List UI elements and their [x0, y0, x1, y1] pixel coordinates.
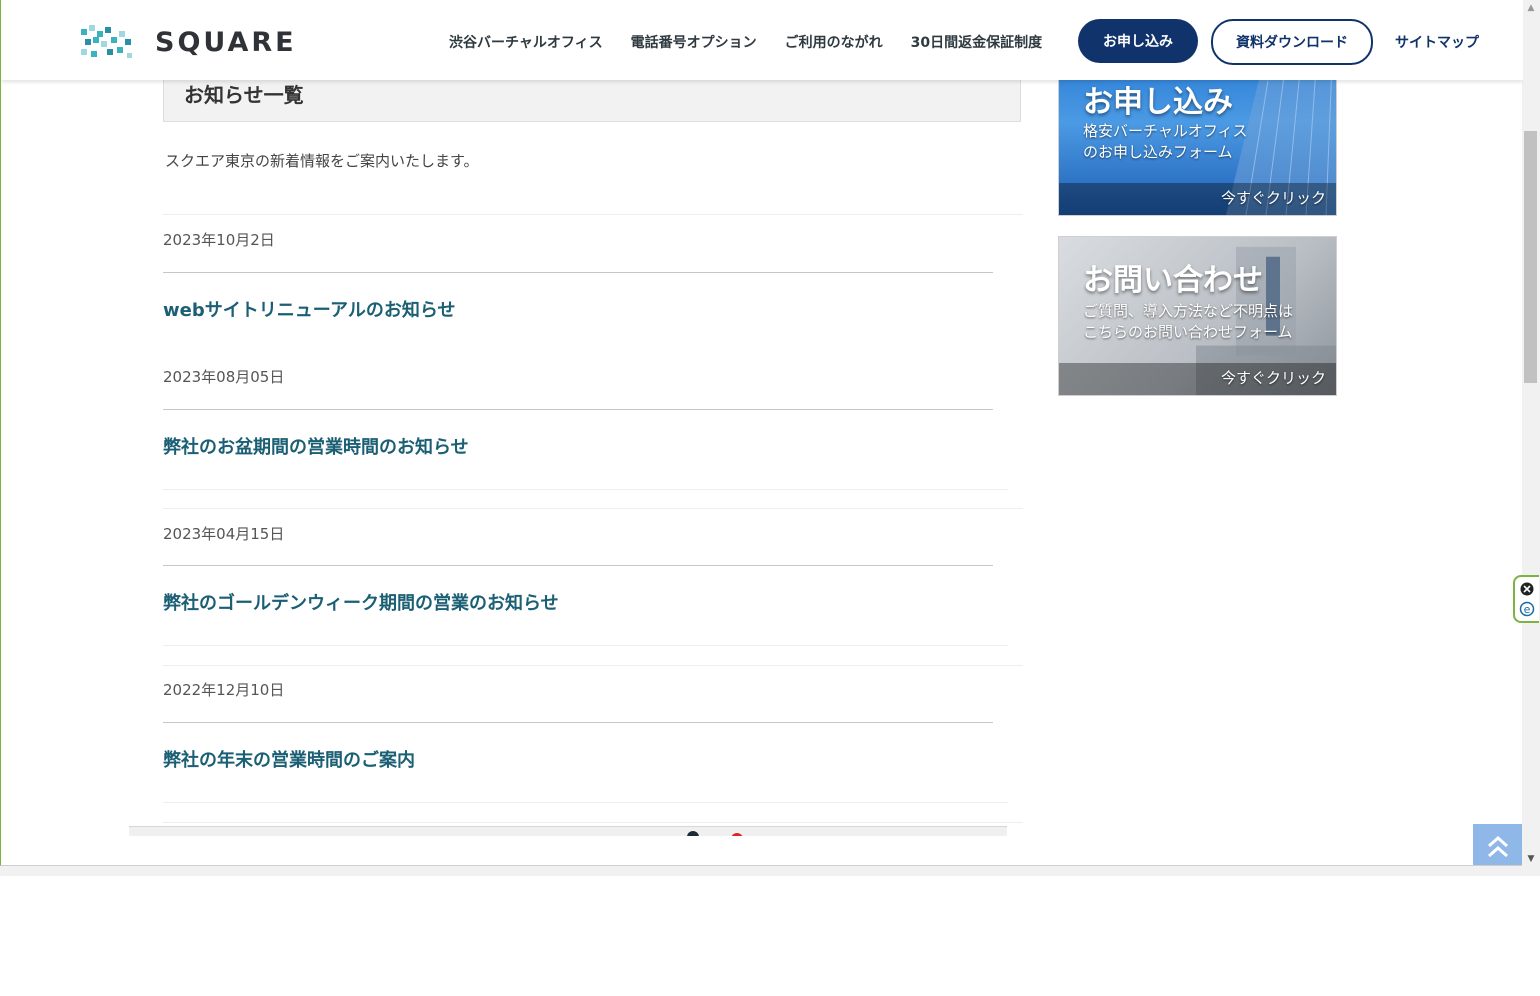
divider — [163, 489, 1008, 490]
divider — [163, 802, 1008, 803]
extension-side-widget: e — [1513, 575, 1539, 623]
scroll-up-arrow-icon[interactable]: ▲ — [1523, 0, 1539, 16]
viewport-bottom-gutter — [0, 866, 1540, 876]
nav-item-refund-guarantee[interactable]: 30日間返金保証制度 — [911, 32, 1042, 52]
divider — [163, 214, 1023, 215]
apply-button[interactable]: お申し込み — [1078, 19, 1198, 63]
square-logo-icon — [81, 25, 132, 58]
nav-item-usage-flow[interactable]: ご利用のながれ — [785, 32, 883, 52]
contact-banner-cta: 今すぐクリック — [1220, 369, 1326, 387]
news-divider — [163, 409, 993, 410]
main-nav: 渋谷バーチャルオフィス 電話番号オプション ご利用のながれ 30日間返金保証制度 — [449, 32, 1070, 52]
divider — [163, 822, 1023, 823]
news-link-golden-week[interactable]: 弊社のゴールデンウィーク期間の営業のお知らせ — [163, 589, 559, 615]
close-circle-icon[interactable] — [1520, 582, 1534, 596]
apply-banner-heading: お申し込み — [1083, 85, 1233, 120]
news-link-renewal[interactable]: webサイトリニューアルのお知らせ — [163, 296, 455, 322]
footer-area — [115, 836, 1043, 865]
extension-widget-icons: e — [1519, 582, 1535, 617]
contact-banner-heading: お問い合わせ — [1083, 263, 1263, 298]
scrollbar[interactable] — [1522, 0, 1540, 866]
back-to-top-button[interactable] — [1473, 824, 1523, 865]
page-title: お知らせ一覧 — [184, 83, 304, 107]
intro-text: スクエア東京の新着情報をご案内いたします。 — [165, 152, 479, 170]
news-date: 2023年04月15日 — [163, 525, 285, 543]
divider — [163, 665, 1023, 666]
apply-banner-line1: 格安バーチャルオフィス — [1083, 122, 1248, 140]
news-date: 2023年10月2日 — [163, 231, 275, 249]
sitemap-link[interactable]: サイトマップ — [1395, 32, 1479, 52]
browser-viewport: お知らせ一覧 スクエア東京の新着情報をご案内いたします。 2023年10月2日 … — [0, 0, 1523, 866]
news-date: 2022年12月10日 — [163, 681, 285, 699]
contact-banner-line1: ご質問、導入方法など不明点は — [1083, 302, 1294, 320]
logo-text: SQUARE — [155, 26, 297, 58]
site-header: SQUARE 渋谷バーチャルオフィス 電話番号オプション ご利用のながれ 30日… — [1, 0, 1523, 80]
scrollbar-thumb[interactable] — [1524, 131, 1537, 383]
news-date: 2023年08月05日 — [163, 368, 285, 386]
news-divider — [163, 722, 993, 723]
divider — [163, 508, 1023, 509]
svg-text:e: e — [1524, 603, 1531, 616]
download-button[interactable]: 資料ダウンロード — [1211, 19, 1373, 65]
news-divider — [163, 272, 993, 273]
divider — [163, 645, 1008, 646]
news-link-obon[interactable]: 弊社のお盆期間の営業時間のお知らせ — [163, 433, 469, 459]
double-chevron-up-icon — [1488, 835, 1508, 858]
nav-item-shibuya-office[interactable]: 渋谷バーチャルオフィス — [449, 32, 603, 52]
contact-banner[interactable]: お問い合わせ ご質問、導入方法など不明点は こちらのお問い合わせフォーム 今すぐ… — [1058, 236, 1337, 396]
apply-banner-cta: 今すぐクリック — [1220, 189, 1326, 207]
apply-banner[interactable]: お申し込み 格安バーチャルオフィス のお申し込みフォーム 今すぐクリック — [1058, 60, 1337, 216]
news-link-year-end[interactable]: 弊社の年末の営業時間のご案内 — [163, 746, 415, 772]
news-divider — [163, 565, 993, 566]
logo[interactable]: SQUARE — [81, 24, 311, 60]
extension-e-icon[interactable]: e — [1519, 601, 1535, 617]
apply-banner-line2: のお申し込みフォーム — [1083, 143, 1233, 161]
scroll-down-arrow-icon[interactable]: ▼ — [1523, 852, 1539, 866]
nav-item-phone-option[interactable]: 電話番号オプション — [631, 32, 757, 52]
contact-banner-line2: こちらのお問い合わせフォーム — [1083, 323, 1293, 341]
